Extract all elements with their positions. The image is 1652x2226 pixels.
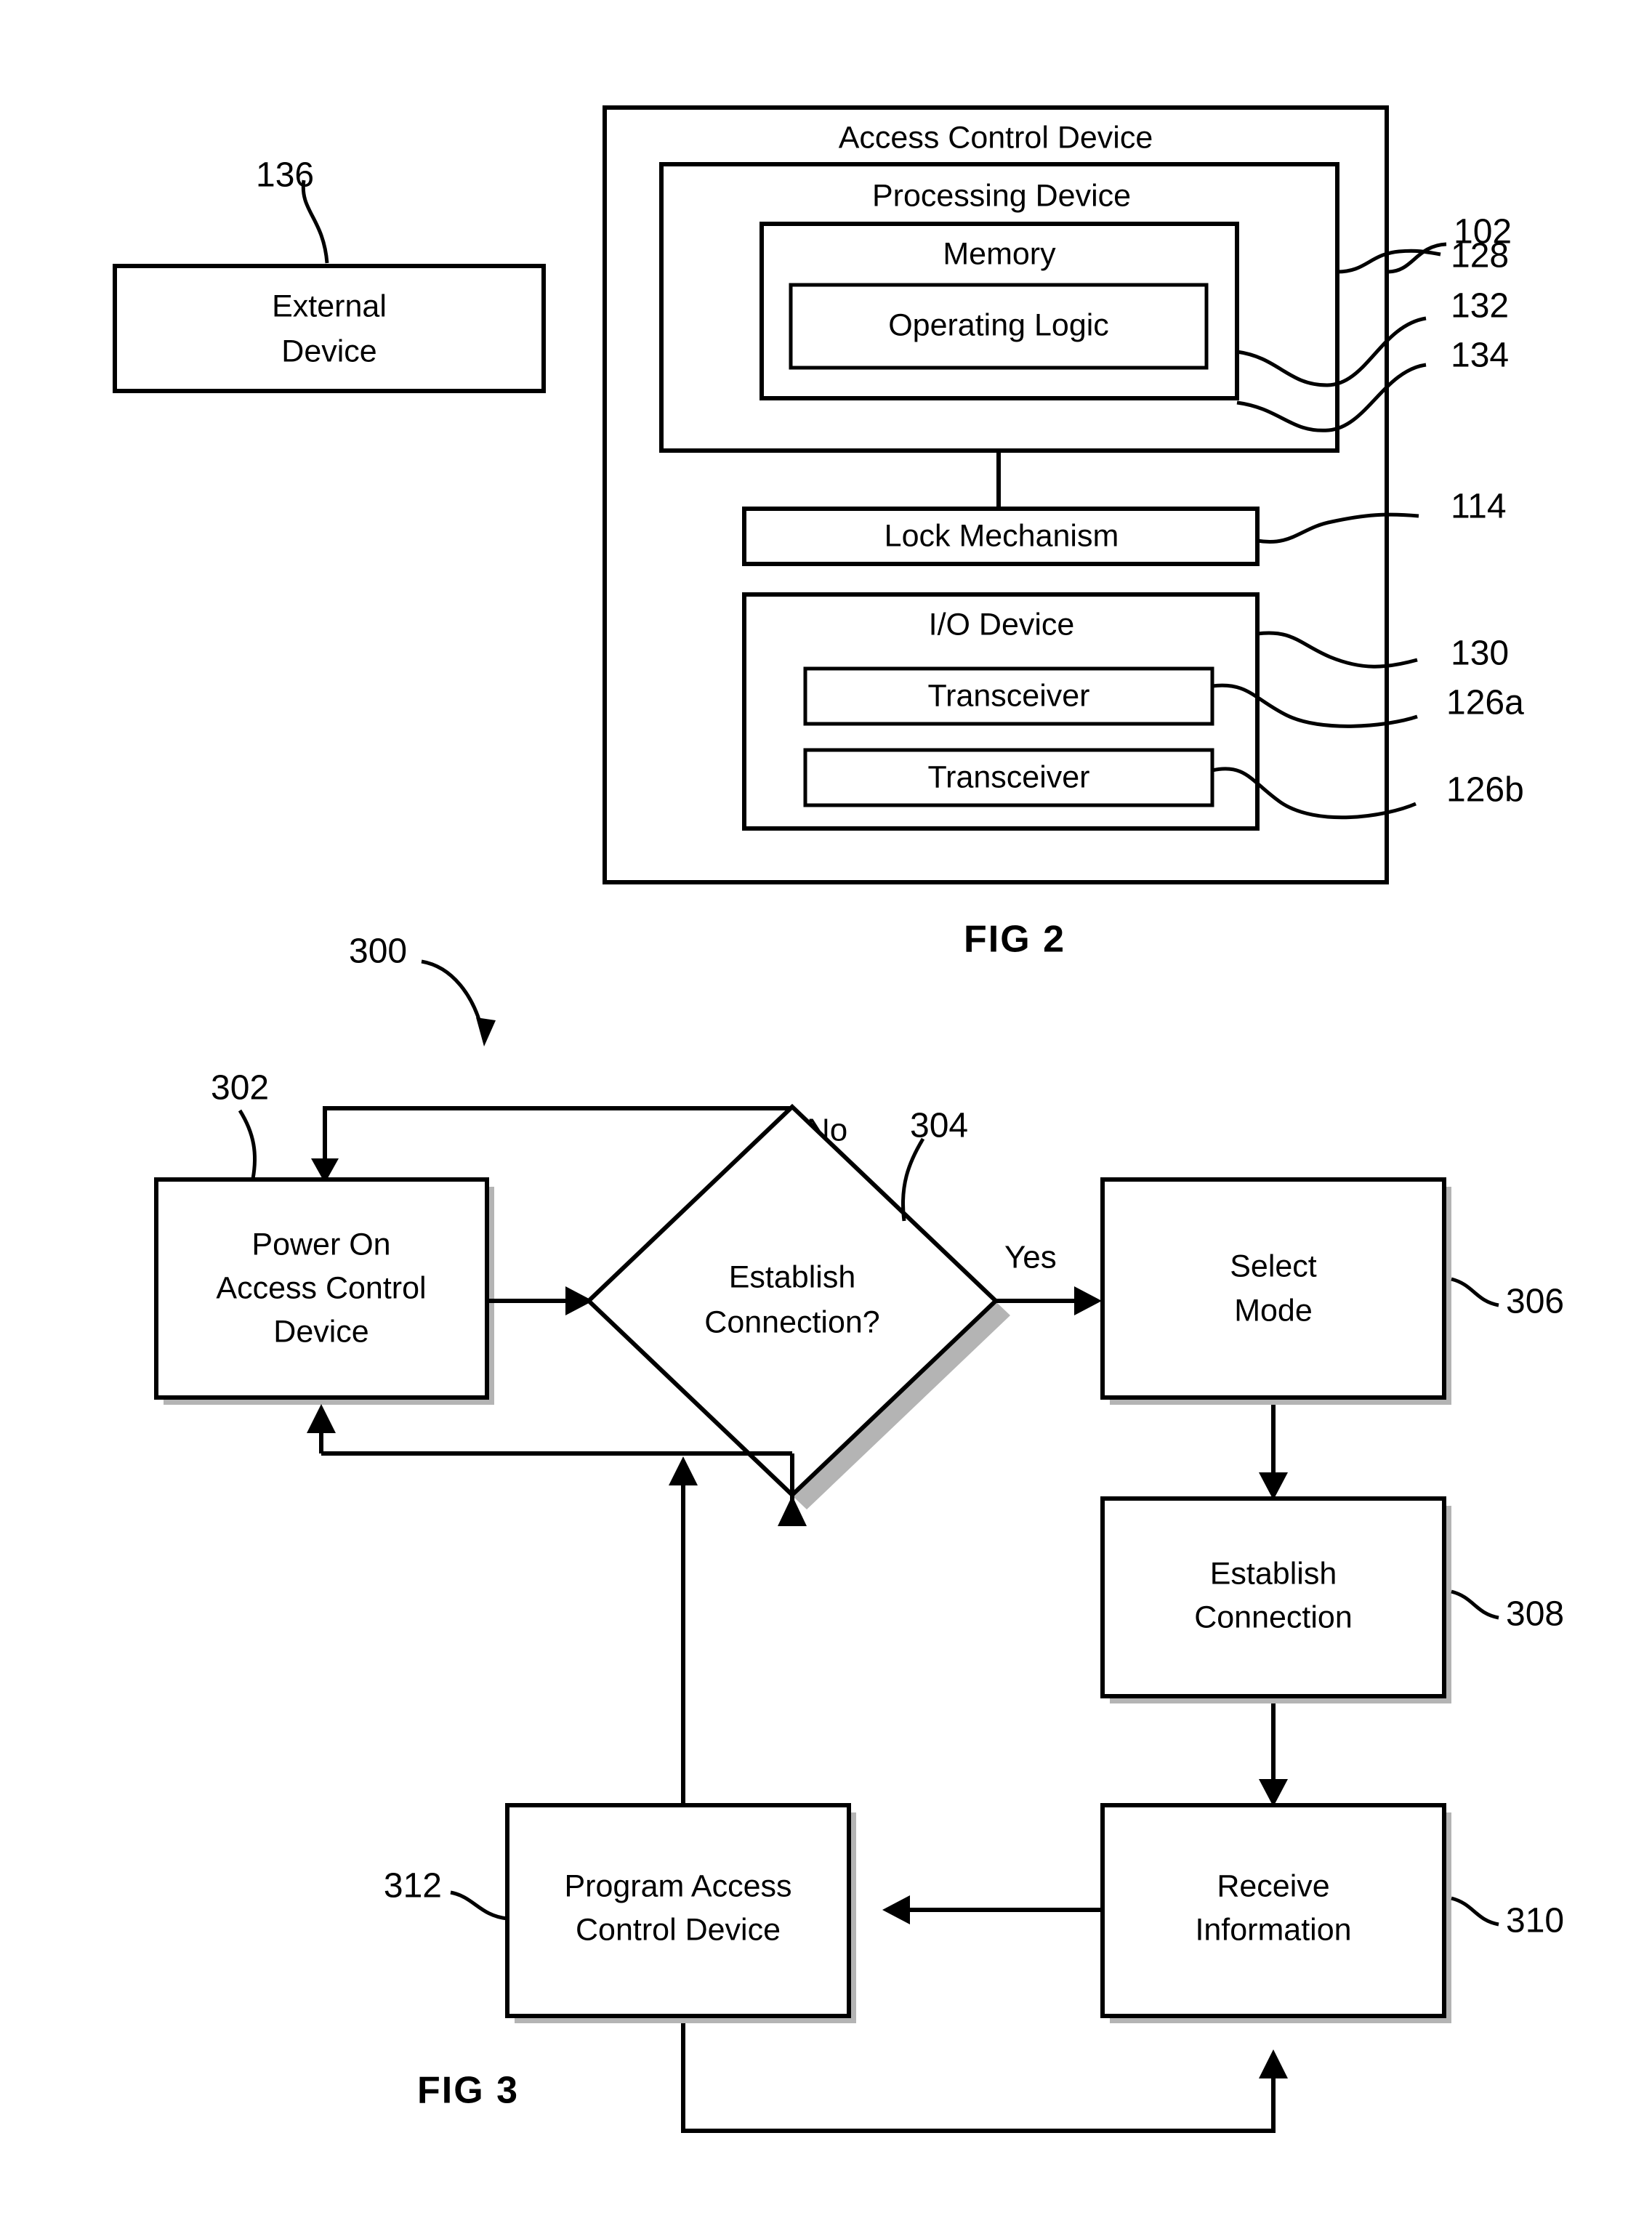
connector-program-up-arrowhead xyxy=(669,1456,698,1485)
access-control-device-leader-line xyxy=(1387,242,1447,274)
decision-box xyxy=(585,1103,999,1499)
external-device-label-line1: External xyxy=(272,289,387,323)
transceiver-b-label: Transceiver xyxy=(927,759,1089,794)
select-mode-box xyxy=(1100,1177,1446,1400)
io-device-ref: 130 xyxy=(1451,634,1509,673)
transceiver-a-ref: 126a xyxy=(1446,684,1524,722)
flow-300-ref: 300 xyxy=(349,932,407,971)
connector-yes-arrowhead xyxy=(1074,1286,1102,1315)
power-on-label-line1: Power On xyxy=(251,1227,390,1262)
establish-connection-leader-line xyxy=(1451,1589,1499,1620)
drawing-canvas: External Device 136 Access Control Devic… xyxy=(113,105,1564,2133)
power-on-label-line2: Access Control xyxy=(216,1270,426,1305)
connector-bottom-loop xyxy=(681,2023,1276,2133)
connector-feedback-poweron-arrowhead xyxy=(307,1404,336,1433)
access-control-device-label: Access Control Device xyxy=(839,120,1153,155)
external-device-block: External Device 136 xyxy=(113,156,546,393)
establish-connection-label-line2: Connection xyxy=(1194,1600,1353,1634)
lock-mechanism-label: Lock Mechanism xyxy=(885,518,1119,553)
program-access-leader-line xyxy=(450,1890,508,1921)
flow-300-arrow-curve xyxy=(421,959,485,1033)
transceiver-a-label: Transceiver xyxy=(927,678,1089,713)
connector-no-branch xyxy=(323,1106,794,1163)
decision-leader-line xyxy=(900,1137,925,1222)
power-on-label-line3: Device xyxy=(273,1314,368,1349)
memory-ref: 132 xyxy=(1451,287,1509,326)
program-access-ref: 312 xyxy=(384,1867,442,1906)
external-device-label-line2: Device xyxy=(281,334,376,368)
transceiver-b-ref: 126b xyxy=(1446,771,1524,810)
processing-device-label: Processing Device xyxy=(872,178,1131,213)
program-access-label-line2: Control Device xyxy=(576,1912,781,1947)
decision-label-line1: Establish xyxy=(729,1259,855,1294)
decision-label-line2: Connection? xyxy=(704,1304,879,1339)
power-on-leader-line xyxy=(238,1109,257,1179)
lock-mechanism-ref: 114 xyxy=(1451,488,1507,526)
flow-300-arrowhead xyxy=(476,1017,496,1047)
connector-bottom-loop-arrowhead xyxy=(1259,2049,1288,2078)
receive-information-leader-line xyxy=(1451,1896,1499,1927)
receive-information-label-line2: Information xyxy=(1195,1912,1351,1947)
establish-connection-label-line1: Establish xyxy=(1210,1556,1337,1591)
external-device-box xyxy=(113,264,546,393)
io-device-label: I/O Device xyxy=(929,607,1075,642)
external-device-ref: 136 xyxy=(256,156,314,195)
program-access-box xyxy=(505,1803,851,2018)
receive-information-ref: 310 xyxy=(1506,1902,1564,1940)
figure-2-group: External Device 136 Access Control Devic… xyxy=(113,105,1524,961)
figure-3-group: 300 No 302 Power On Access Control Devic… xyxy=(154,932,1564,2133)
connector-establish-arrowhead xyxy=(1259,1779,1288,1807)
patent-drawing-sheet: External Device 136 Access Control Devic… xyxy=(0,0,1652,2226)
select-mode-label-line1: Select xyxy=(1230,1249,1317,1283)
select-mode-leader-line xyxy=(1451,1277,1499,1307)
power-on-ref: 302 xyxy=(211,1069,269,1108)
figure-3-caption: FIG 3 xyxy=(417,2070,519,2112)
processing-device-ref: 128 xyxy=(1451,237,1509,275)
receive-information-label-line1: Receive xyxy=(1217,1868,1329,1903)
decision-ref: 304 xyxy=(910,1107,968,1145)
receive-information-box xyxy=(1100,1803,1446,2018)
figure-2-caption: FIG 2 xyxy=(964,919,1065,961)
select-mode-label-line2: Mode xyxy=(1234,1293,1313,1328)
connector-receive-arrowhead xyxy=(882,1895,910,1924)
establish-connection-box xyxy=(1100,1496,1446,1698)
operating-logic-ref: 134 xyxy=(1451,336,1509,375)
select-mode-ref: 306 xyxy=(1506,1283,1564,1321)
connector-selectmode-arrowhead xyxy=(1259,1472,1288,1500)
branch-label-yes: Yes xyxy=(1004,1240,1057,1275)
establish-connection-ref: 308 xyxy=(1506,1595,1564,1634)
memory-label: Memory xyxy=(943,236,1056,271)
program-access-label-line1: Program Access xyxy=(564,1868,791,1903)
operating-logic-label: Operating Logic xyxy=(888,307,1109,342)
